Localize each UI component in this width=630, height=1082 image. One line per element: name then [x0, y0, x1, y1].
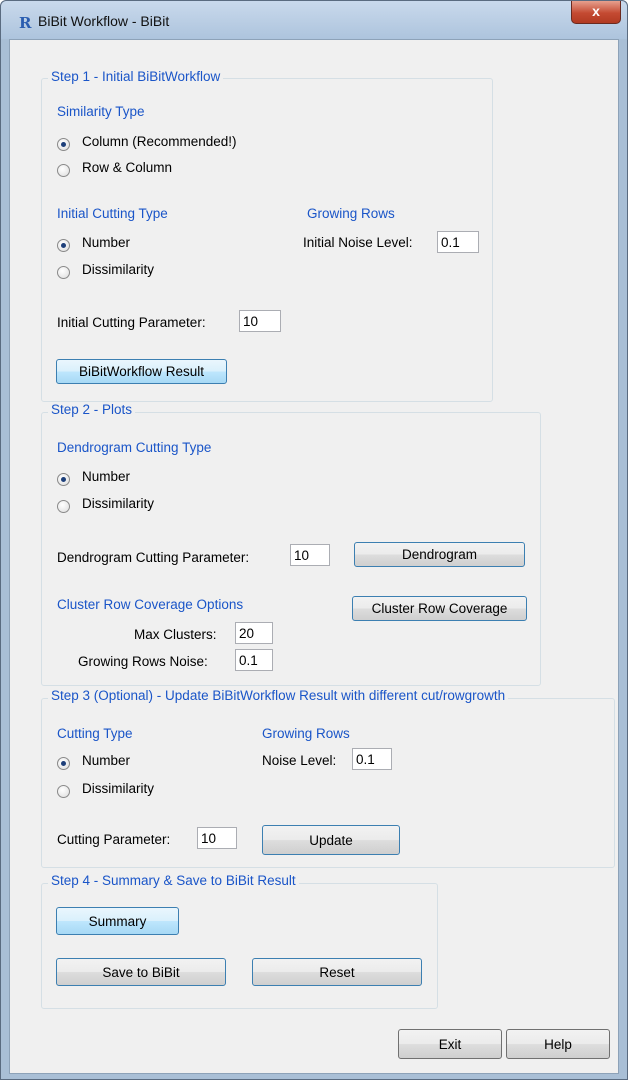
max-clusters-label: Max Clusters: — [134, 627, 217, 642]
radio-row-and-column[interactable] — [57, 164, 70, 177]
growing-rows-noise-label: Growing Rows Noise: — [78, 654, 208, 669]
cutting-param-input[interactable] — [197, 827, 237, 849]
exit-button[interactable]: Exit — [398, 1029, 502, 1059]
radio-label-initial-number: Number — [82, 235, 131, 250]
bibitworkflow-result-button[interactable]: BiBitWorkflow Result — [56, 359, 227, 384]
dendrogram-cutting-param-input[interactable] — [290, 544, 330, 566]
title-bar[interactable]: R BiBit Workflow - BiBit x — [1, 1, 627, 39]
radio-label-update-dissimilarity: Dissimilarity — [82, 781, 154, 796]
initial-cutting-param-input[interactable] — [239, 310, 281, 332]
radio-dendro-number[interactable] — [57, 473, 70, 486]
initial-cutting-param-label: Initial Cutting Parameter: — [57, 315, 206, 330]
dendrogram-cutting-type-heading: Dendrogram Cutting Type — [57, 440, 212, 455]
initial-noise-input[interactable] — [437, 231, 479, 253]
noise-level-label: Noise Level: — [262, 753, 337, 768]
radio-label-column: Column (Recommended!) — [82, 134, 237, 149]
step4-legend: Step 4 - Summary & Save to BiBit Result — [48, 873, 299, 888]
radio-update-number[interactable] — [57, 757, 70, 770]
reset-button[interactable]: Reset — [252, 958, 422, 986]
summary-button[interactable]: Summary — [56, 907, 179, 935]
step4-group — [41, 883, 438, 1009]
update-button[interactable]: Update — [262, 825, 400, 855]
radio-label-row-column: Row & Column — [82, 160, 173, 175]
r-app-icon: R — [19, 14, 32, 32]
radio-dendro-dissimilarity[interactable] — [57, 500, 70, 513]
radio-label-update-number: Number — [82, 753, 131, 768]
dendrogram-cutting-param-label: Dendrogram Cutting Parameter: — [57, 550, 250, 565]
growing-rows-heading: Growing Rows — [307, 206, 395, 221]
cluster-row-coverage-options-heading: Cluster Row Coverage Options — [57, 597, 244, 612]
initial-cutting-type-heading: Initial Cutting Type — [57, 206, 168, 221]
step3-legend: Step 3 (Optional) - Update BiBitWorkflow… — [48, 688, 509, 703]
noise-level-input[interactable] — [352, 748, 392, 770]
growing-rows-noise-input[interactable] — [235, 649, 273, 671]
close-icon: x — [592, 3, 600, 19]
radio-column-recommended[interactable] — [57, 138, 70, 151]
radio-label-dendro-number: Number — [82, 469, 131, 484]
cutting-param-label: Cutting Parameter: — [57, 832, 171, 847]
step1-legend: Step 1 - Initial BiBitWorkflow — [48, 69, 224, 84]
initial-noise-label: Initial Noise Level: — [303, 235, 413, 250]
dendrogram-button[interactable]: Dendrogram — [354, 542, 525, 567]
window-title: BiBit Workflow - BiBit — [38, 13, 170, 29]
dialog-body: Step 1 - Initial BiBitWorkflow Similarit… — [9, 39, 619, 1074]
similarity-type-heading: Similarity Type — [57, 104, 145, 119]
close-button[interactable]: x — [571, 1, 621, 24]
help-button[interactable]: Help — [506, 1029, 610, 1059]
save-to-bibit-button[interactable]: Save to BiBit — [56, 958, 226, 986]
radio-update-dissimilarity[interactable] — [57, 785, 70, 798]
radio-label-initial-dissimilarity: Dissimilarity — [82, 262, 154, 277]
max-clusters-input[interactable] — [235, 622, 273, 644]
cutting-type-heading: Cutting Type — [57, 726, 133, 741]
cluster-row-coverage-button[interactable]: Cluster Row Coverage — [352, 596, 527, 621]
radio-label-dendro-dissimilarity: Dissimilarity — [82, 496, 154, 511]
radio-initial-number[interactable] — [57, 239, 70, 252]
step2-legend: Step 2 - Plots — [48, 402, 136, 417]
radio-initial-dissimilarity[interactable] — [57, 266, 70, 279]
update-growing-rows-heading: Growing Rows — [262, 726, 350, 741]
